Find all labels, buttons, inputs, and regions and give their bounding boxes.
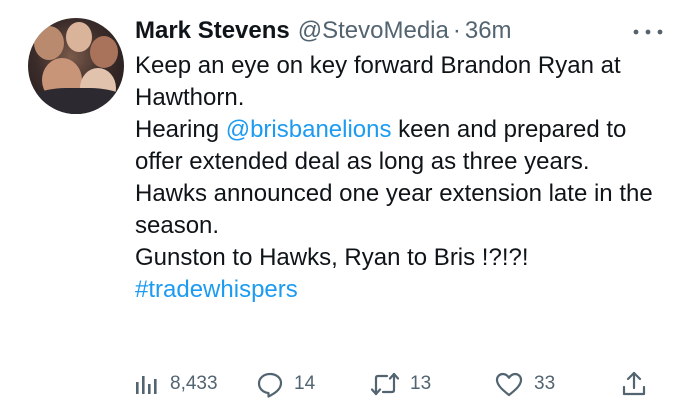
tweet-line: Keep an eye on key forward Brandon Ryan … xyxy=(135,52,621,111)
tweet-line: Gunston to Hawks, Ryan to Bris !?!?! xyxy=(135,244,529,271)
avatar-photo-detail xyxy=(66,22,92,52)
reply-count: 14 xyxy=(294,373,316,394)
views-button[interactable]: 8,433 xyxy=(132,366,218,402)
hashtag-link[interactable]: #tradewhispers xyxy=(135,276,298,303)
more-options-button[interactable] xyxy=(628,22,668,42)
author-handle[interactable]: @StevoMedia xyxy=(298,17,449,45)
like-count: 33 xyxy=(534,373,556,394)
mention-link[interactable]: @brisbanelions xyxy=(226,116,392,143)
views-count: 8,433 xyxy=(170,373,218,394)
heart-icon xyxy=(495,372,523,397)
tweet-text-segment: Hearing xyxy=(135,116,226,143)
retweet-button[interactable]: 13 xyxy=(370,366,431,402)
avatar[interactable] xyxy=(28,18,124,114)
more-dots-icon xyxy=(633,29,663,35)
avatar-photo-detail xyxy=(28,88,124,114)
reply-button[interactable]: 14 xyxy=(256,366,315,402)
tweet-header: Mark Stevens @StevoMedia · 36m xyxy=(135,17,670,51)
share-button[interactable] xyxy=(620,366,658,402)
tweet-line: Hearing @brisbanelions keen and prepared… xyxy=(135,114,670,178)
like-button[interactable]: 33 xyxy=(494,366,555,402)
header-separator: · xyxy=(452,17,461,44)
retweet-count: 13 xyxy=(410,373,432,394)
avatar-photo-detail xyxy=(34,26,64,60)
tweet[interactable]: Mark Stevens @StevoMedia · 36m Keep an e… xyxy=(0,0,690,405)
reply-bubble-icon xyxy=(257,372,283,398)
author-name[interactable]: Mark Stevens xyxy=(135,17,290,45)
tweet-text: Keep an eye on key forward Brandon Ryan … xyxy=(135,50,670,306)
avatar-photo-detail xyxy=(90,36,118,68)
tweet-line: Hawks announced one year extension late … xyxy=(135,180,653,239)
timestamp[interactable]: 36m xyxy=(465,17,512,45)
action-bar: 8,433 14 13 33 xyxy=(132,366,662,402)
tweet-line: #tradewhispers xyxy=(135,274,670,306)
share-upload-icon xyxy=(622,371,646,396)
retweet-icon xyxy=(370,372,400,396)
views-chart-icon xyxy=(136,376,157,394)
